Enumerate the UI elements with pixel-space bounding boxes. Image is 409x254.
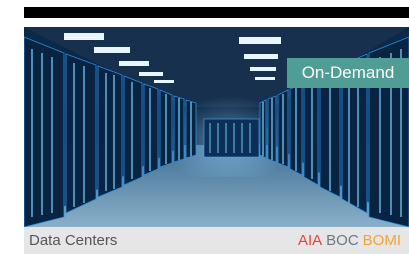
credit-badges: AIA BOC BOMI	[294, 227, 401, 254]
top-banner-bar	[24, 7, 409, 18]
credit-boc: BOC	[326, 232, 359, 249]
credit-aia: AIA	[297, 232, 323, 249]
category-label: Data Centers	[29, 232, 118, 249]
course-card[interactable]: On-Demand Data Centers AIA BOC BOMI	[24, 27, 409, 254]
server-room-image	[24, 27, 409, 227]
credit-bomi: BOMI	[362, 232, 401, 249]
card-footer: Data Centers AIA BOC BOMI	[24, 227, 409, 254]
on-demand-badge: On-Demand	[287, 58, 409, 88]
